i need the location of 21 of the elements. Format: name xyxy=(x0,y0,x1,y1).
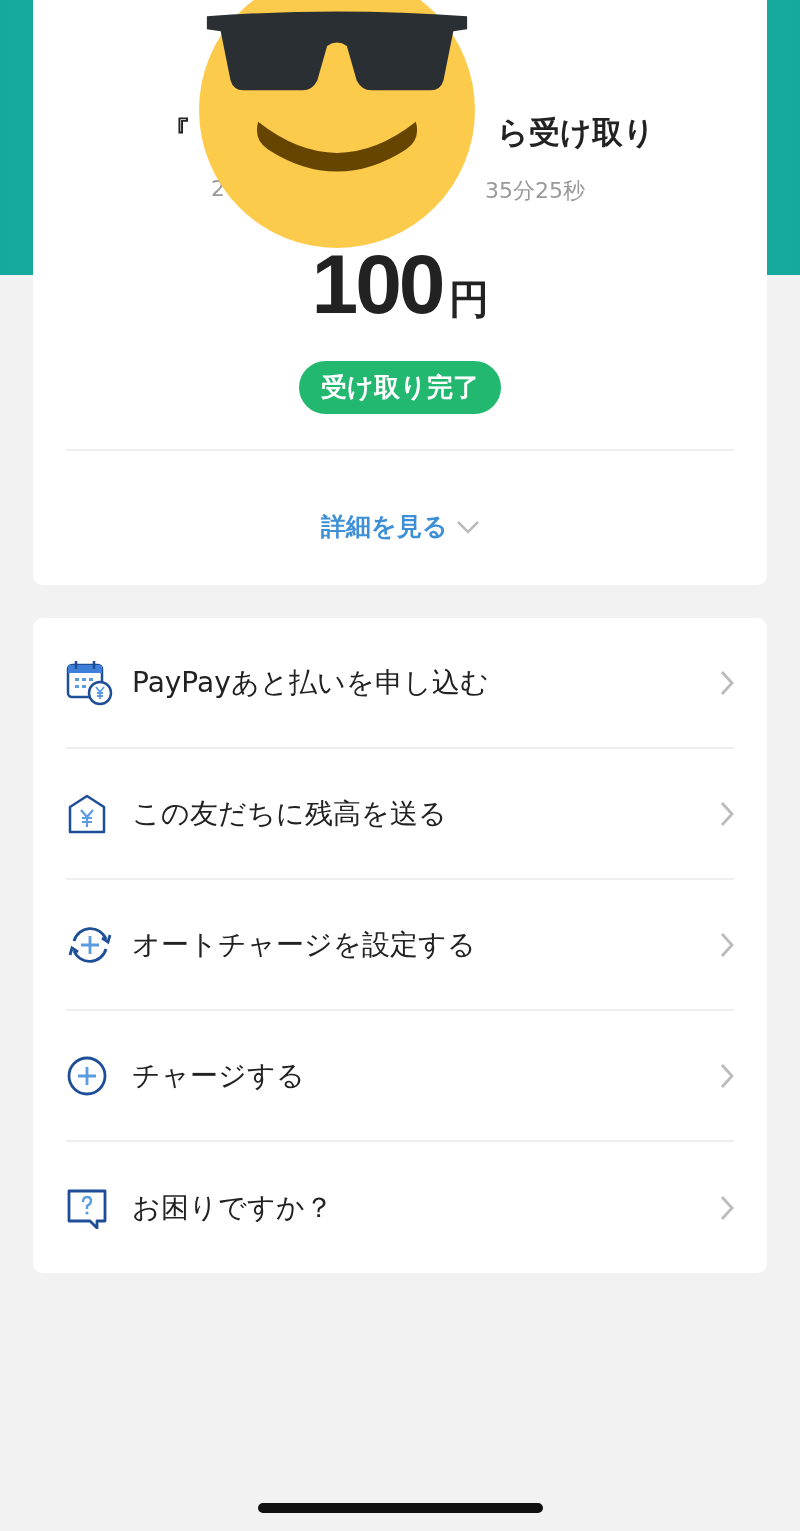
house-yen-icon xyxy=(66,792,108,835)
menu-item[interactable]: オートチャージを設定する xyxy=(66,880,734,1011)
chevron-right-icon xyxy=(720,669,734,696)
chevron-right-icon xyxy=(720,1062,734,1089)
date-text: 35分25秒 xyxy=(485,177,585,205)
chevron-right-icon xyxy=(720,931,734,958)
currency-unit: 円 xyxy=(448,275,489,324)
chevron-right-icon xyxy=(720,800,734,827)
sunglasses-emoji-icon xyxy=(199,0,475,248)
calendar-yen-icon xyxy=(66,658,114,707)
title-text: ら受け取り xyxy=(497,113,655,152)
amount: 100 xyxy=(311,236,443,333)
plus-circle-icon xyxy=(66,1054,108,1097)
title-text: 『 xyxy=(160,113,191,152)
menu-item[interactable]: お困りですか？ xyxy=(66,1142,734,1273)
menu-item[interactable]: この友だちに残高を送る xyxy=(66,749,734,880)
chevron-down-icon xyxy=(455,519,480,534)
menu-item[interactable]: チャージする xyxy=(66,1011,734,1142)
status-badge: 受け取り完了 xyxy=(299,361,501,414)
menu-item[interactable]: PayPayあと払いを申し込む xyxy=(66,618,734,749)
chevron-right-icon xyxy=(720,1194,734,1221)
